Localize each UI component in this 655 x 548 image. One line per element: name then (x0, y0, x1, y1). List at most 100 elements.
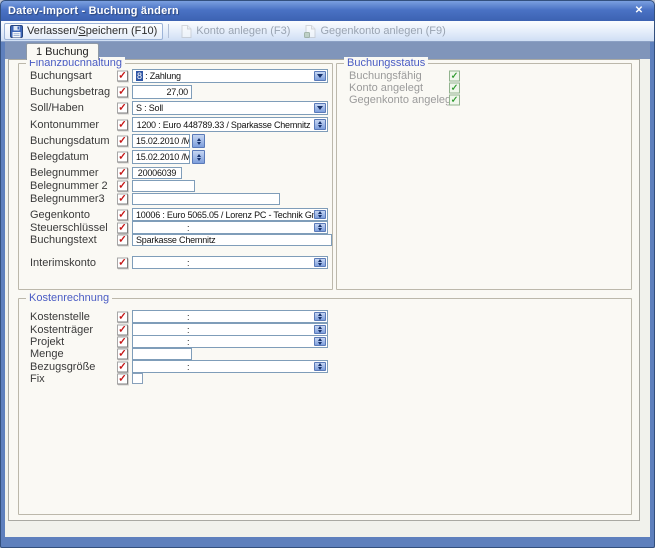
spinner-icon[interactable] (314, 210, 326, 219)
row-interimskonto: Interimskonto ✓ : (19, 256, 332, 269)
row-belegnummer3: Belegnummer3 ✓ (19, 193, 332, 205)
buchungsdatum-modified-checkbox[interactable]: ✓ (117, 136, 128, 147)
gegenkonto-label: Gegenkonto (30, 209, 90, 221)
buchungsfaehig-label: Buchungsfähig (349, 70, 422, 82)
buchungstext-modified-checkbox[interactable]: ✓ (117, 235, 128, 246)
row-buchungsfaehig: Buchungsfähig ✓ (337, 70, 631, 81)
kostentraeger-value: : (133, 325, 314, 335)
kostenstelle-label: Kostenstelle (30, 311, 90, 323)
gegenkonto-angelegt-label: Gegenkonto angelegt (349, 94, 454, 106)
chevron-down-icon[interactable] (314, 71, 326, 81)
sollhaben-label: Soll/Haben (30, 102, 84, 114)
save-exit-button[interactable]: Verlassen/Speichern (F10) (4, 23, 163, 40)
interimskonto-value: : (133, 258, 314, 268)
content-panel: Finanzbuchhaltung Buchungsart ✓ 8 : Zahl… (8, 59, 640, 521)
sollhaben-modified-checkbox[interactable]: ✓ (117, 103, 128, 114)
belegnummer2-label: Belegnummer 2 (30, 180, 108, 192)
kostenstelle-modified-checkbox[interactable]: ✓ (117, 311, 128, 322)
belegdatum-label: Belegdatum (30, 151, 89, 163)
spinner-icon[interactable] (314, 119, 326, 130)
buchungsbetrag-input[interactable]: 27,00 (132, 85, 192, 99)
belegnummer-modified-checkbox[interactable]: ✓ (117, 168, 128, 179)
buchungsdatum-value: 15.02.2010 /Mo (133, 136, 189, 146)
row-buchungstext: Buchungstext ✓ Sparkasse Chemnitz (19, 234, 332, 246)
belegnummer2-input[interactable] (132, 180, 195, 192)
buchungsdatum-input[interactable]: 15.02.2010 /Mo (132, 134, 190, 148)
group-buchungsstatus: Buchungsstatus Buchungsfähig ✓ Konto ang… (336, 63, 632, 290)
belegnummer-value: 20006039 (133, 168, 181, 178)
projekt-modified-checkbox[interactable]: ✓ (117, 336, 128, 347)
belegdatum-modified-checkbox[interactable]: ✓ (117, 152, 128, 163)
create-account-label: Konto anlegen (F3) (196, 25, 290, 37)
close-icon[interactable]: ✕ (631, 4, 647, 18)
belegnummer-input[interactable]: 20006039 (132, 167, 182, 179)
belegnummer2-modified-checkbox[interactable]: ✓ (117, 181, 128, 192)
kostentraeger-modified-checkbox[interactable]: ✓ (117, 324, 128, 335)
spinner-icon[interactable] (314, 258, 326, 267)
kostenstelle-spinbox[interactable]: : (132, 310, 328, 323)
kostenstelle-value: : (133, 312, 314, 322)
title-bar[interactable]: Datev-Import - Buchung ändern ✕ (1, 1, 654, 21)
chevron-down-icon[interactable] (314, 103, 326, 113)
create-account-button: Konto anlegen (F3) (174, 23, 296, 40)
kontonummer-modified-checkbox[interactable]: ✓ (117, 119, 128, 130)
fix-label: Fix (30, 373, 45, 385)
bezugsgroesse-modified-checkbox[interactable]: ✓ (117, 361, 128, 372)
tab-1-buchung[interactable]: 1 Buchung (26, 43, 99, 60)
group-kostenrechnung: Kostenrechnung Kostenstelle ✓ : Kostentr (18, 298, 632, 515)
belegdatum-input[interactable]: 15.02.2010 /Mo (132, 150, 190, 164)
menge-modified-checkbox[interactable]: ✓ (117, 349, 128, 360)
window-title: Datev-Import - Buchung ändern (8, 5, 631, 17)
belegdatum-value: 15.02.2010 /Mo (133, 152, 189, 162)
projekt-value: : (133, 337, 314, 347)
buchungsart-label: Buchungsart (30, 70, 92, 82)
spinner-icon[interactable] (314, 362, 326, 371)
sollhaben-combobox[interactable]: S : Soll (132, 101, 328, 115)
fix-modified-checkbox[interactable]: ✓ (117, 373, 128, 384)
row-menge: Menge ✓ (19, 348, 631, 360)
kontonummer-value: 1200 : Euro 448789.33 / Sparkasse Chemni… (133, 120, 314, 130)
row-belegnummer: Belegnummer ✓ 20006039 (19, 167, 332, 179)
buchungsbetrag-modified-checkbox[interactable]: ✓ (117, 87, 128, 98)
gegenkonto-spinbox[interactable]: 10006 : Euro 5065.05 / Lorenz PC - Techn… (132, 208, 328, 221)
bezugsgroesse-value: : (133, 362, 314, 372)
bezugsgroesse-spinbox[interactable]: : (132, 360, 328, 373)
row-buchungsart: Buchungsart ✓ 8 : Zahlung (19, 69, 332, 83)
spinner-icon[interactable] (192, 150, 205, 164)
interimskonto-modified-checkbox[interactable]: ✓ (117, 257, 128, 268)
buchungsbetrag-label: Buchungsbetrag (30, 86, 110, 98)
buchungstext-input[interactable]: Sparkasse Chemnitz (132, 234, 332, 246)
buchungstext-label: Buchungstext (30, 234, 97, 246)
spinner-icon[interactable] (314, 312, 326, 321)
create-contra-account-label: Gegenkonto anlegen (F9) (320, 25, 445, 37)
steuerschluessel-modified-checkbox[interactable]: ✓ (117, 222, 128, 233)
belegnummer3-input[interactable] (132, 193, 280, 205)
menge-input[interactable] (132, 348, 192, 360)
kontonummer-spinbox[interactable]: 1200 : Euro 448789.33 / Sparkasse Chemni… (132, 117, 328, 132)
kontonummer-label: Kontonummer (30, 119, 99, 131)
spinner-icon[interactable] (314, 223, 326, 232)
spinner-icon[interactable] (314, 325, 326, 334)
belegnummer3-modified-checkbox[interactable]: ✓ (117, 194, 128, 205)
buchungsfaehig-status-checkbox: ✓ (449, 70, 460, 81)
buchungsart-combobox[interactable]: 8 : Zahlung (132, 69, 328, 83)
projekt-spinbox[interactable]: : (132, 335, 328, 348)
belegnummer3-label: Belegnummer3 (30, 193, 105, 205)
save-icon (10, 25, 23, 38)
toolbar-separator (168, 24, 169, 38)
interimskonto-spinbox[interactable]: : (132, 256, 328, 269)
row-konto-angelegt: Konto angelegt ✓ (337, 82, 631, 93)
gegenkonto-angelegt-status-checkbox: ✓ (449, 94, 460, 105)
spinner-icon[interactable] (314, 337, 326, 346)
buchungsart-modified-checkbox[interactable]: ✓ (117, 71, 128, 82)
row-kontonummer: Kontonummer ✓ 1200 : Euro 448789.33 / Sp… (19, 117, 332, 132)
row-buchungsbetrag: Buchungsbetrag ✓ 27,00 (19, 85, 332, 99)
steuerschluessel-spinbox[interactable]: : (132, 221, 328, 234)
dialog-client-area: 1 Buchung Finanzbuchhaltung Buchungsart … (5, 42, 650, 537)
row-buchungsdatum: Buchungsdatum ✓ 15.02.2010 /Mo (19, 134, 332, 148)
group-kostenrechnung-caption: Kostenrechnung (26, 292, 112, 304)
spinner-icon[interactable] (192, 134, 205, 148)
gegenkonto-modified-checkbox[interactable]: ✓ (117, 209, 128, 220)
fix-checkbox[interactable] (132, 373, 143, 384)
interimskonto-label: Interimskonto (30, 257, 96, 269)
